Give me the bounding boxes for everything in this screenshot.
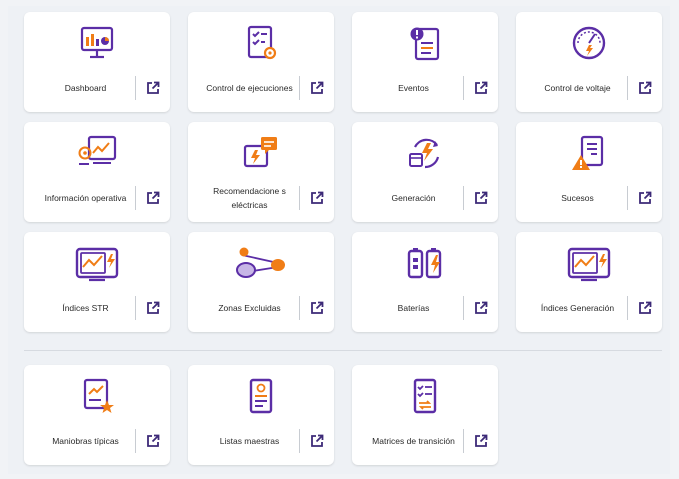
- external-link-icon[interactable]: [628, 74, 662, 102]
- module-label: Listas maestras: [219, 436, 280, 446]
- excluded-zones-icon: [188, 240, 334, 286]
- module-label: Matrices de transición: [372, 436, 455, 446]
- module-card-dashboard[interactable]: Dashboard: [24, 12, 170, 112]
- module-card-baterias[interactable]: Baterías: [352, 232, 498, 332]
- module-card-listas-maestras[interactable]: Listas maestras: [188, 365, 334, 465]
- external-link-icon[interactable]: [136, 294, 170, 322]
- module-card-zonas-excluidas[interactable]: Zonas Excluidas: [188, 232, 334, 332]
- chart-star-document-icon: [24, 373, 170, 419]
- external-link-icon[interactable]: [464, 427, 498, 455]
- section-divider: [24, 350, 662, 351]
- module-card-indices-str[interactable]: Índices STR: [24, 232, 170, 332]
- module-label: Índices STR: [62, 303, 109, 313]
- module-grid-secondary: Maniobras típicas Listas maestras Matric…: [24, 365, 662, 465]
- module-card-generacion[interactable]: Generación: [352, 122, 498, 222]
- module-card-sucesos[interactable]: Sucesos: [516, 122, 662, 222]
- external-link-icon[interactable]: [300, 294, 334, 322]
- voltage-gauge-icon: [516, 20, 662, 66]
- module-label: Control de ejecuciones: [206, 83, 293, 93]
- external-link-icon[interactable]: [464, 184, 498, 212]
- gear-chart-monitor-icon: [24, 130, 170, 176]
- str-chart-monitor-icon: [24, 240, 170, 286]
- module-label: Maniobras típicas: [52, 436, 119, 446]
- module-card-control-de-voltaje[interactable]: Control de voltaje: [516, 12, 662, 112]
- transition-matrix-document-icon: [352, 373, 498, 419]
- external-link-icon[interactable]: [136, 184, 170, 212]
- module-label: Dashboard: [64, 83, 107, 93]
- checklist-gear-icon: [188, 20, 334, 66]
- external-link-icon[interactable]: [300, 74, 334, 102]
- event-alert-document-icon: [352, 20, 498, 66]
- generation-chart-monitor-icon: [516, 240, 662, 286]
- module-label: Índices Generación: [540, 303, 615, 313]
- module-label: Baterías: [397, 303, 430, 313]
- module-grid: Dashboard Control de ejecuciones Eventos: [24, 12, 662, 332]
- module-card-control-de-ejecuciones[interactable]: Control de ejecuciones: [188, 12, 334, 112]
- module-label: Eventos: [398, 83, 429, 93]
- module-label: Información operativa: [44, 193, 127, 203]
- external-link-icon[interactable]: [300, 427, 334, 455]
- module-card-informacion-operativa[interactable]: Información operativa: [24, 122, 170, 222]
- dashboard-monitor-icon: [24, 20, 170, 66]
- module-label: Recomendacione s eléctricas: [213, 186, 286, 210]
- module-card-matrices-de-transicion[interactable]: Matrices de transición: [352, 365, 498, 465]
- module-card-eventos[interactable]: Eventos: [352, 12, 498, 112]
- module-label: Generación: [391, 193, 436, 203]
- module-card-indices-generacion[interactable]: Índices Generación: [516, 232, 662, 332]
- external-link-icon[interactable]: [464, 74, 498, 102]
- module-card-recomendacione-s-electricas[interactable]: Recomendacione s eléctricas: [188, 122, 334, 222]
- batteries-icon: [352, 240, 498, 286]
- external-link-icon[interactable]: [136, 427, 170, 455]
- external-link-icon[interactable]: [628, 294, 662, 322]
- module-label: Zonas Excluidas: [218, 303, 281, 313]
- external-link-icon[interactable]: [628, 184, 662, 212]
- external-link-icon[interactable]: [464, 294, 498, 322]
- chat-lightning-icon: [188, 130, 334, 176]
- warning-document-icon: [516, 130, 662, 176]
- external-link-icon[interactable]: [300, 184, 334, 212]
- module-label: Control de voltaje: [544, 83, 611, 93]
- cycle-lightning-icon: [352, 130, 498, 176]
- module-label: Sucesos: [561, 193, 594, 203]
- module-card-maniobras-tipicas[interactable]: Maniobras típicas: [24, 365, 170, 465]
- external-link-icon[interactable]: [136, 74, 170, 102]
- master-list-document-icon: [188, 373, 334, 419]
